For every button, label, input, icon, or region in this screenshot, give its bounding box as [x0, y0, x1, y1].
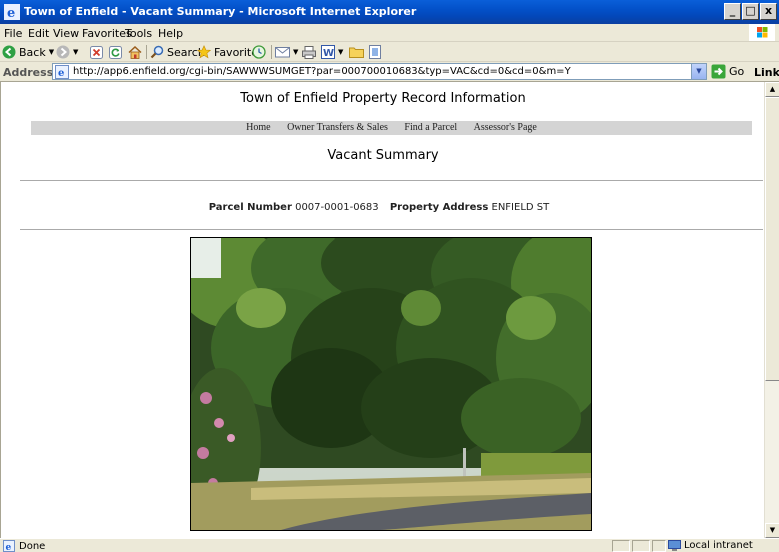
parcel-number-value: 0007-0001-0683	[295, 202, 379, 213]
address-bar: Address e http://app6.enfield.org/cgi-bi…	[0, 62, 779, 82]
nav-owner-transfers[interactable]: Owner Transfers & Sales	[287, 121, 388, 135]
scroll-up-icon[interactable]: ▲	[765, 82, 779, 97]
parcel-info: Parcel Number 0007-0001-0683 Property Ad…	[1, 202, 764, 213]
forward-dropdown-icon[interactable]: ▼	[73, 48, 78, 56]
scroll-thumb[interactable]	[765, 97, 779, 381]
messenger-button[interactable]	[369, 44, 381, 60]
parcel-number-label: Parcel Number	[208, 202, 292, 213]
status-text: Done	[19, 540, 46, 552]
search-icon	[150, 45, 164, 59]
address-label: Address	[3, 66, 54, 79]
property-address-label: Property Address	[389, 202, 489, 213]
browser-window: e Town of Enfield - Vacant Summary - Mic…	[0, 0, 779, 552]
mail-button[interactable]: ▼	[275, 44, 298, 60]
toolbar: Back ▼ ▼ Search Favorites ▼ W ▼	[0, 42, 779, 62]
document-icon	[369, 45, 381, 59]
menu-tools[interactable]: Tools	[125, 27, 152, 40]
menu-bar: File Edit View Favorites Tools Help	[0, 24, 779, 42]
ie-icon: e	[4, 4, 20, 20]
go-label: Go	[729, 65, 745, 78]
status-pane	[632, 540, 650, 552]
menu-view[interactable]: View	[53, 27, 79, 40]
menu-edit[interactable]: Edit	[28, 27, 49, 40]
svg-text:e: e	[58, 68, 64, 79]
page-heading: Vacant Summary	[327, 148, 439, 163]
site-title: Town of Enfield Property Record Informat…	[240, 91, 526, 106]
links-button[interactable]: Links	[754, 66, 779, 79]
word-icon: W	[321, 45, 335, 59]
property-address-value: ENFIELD ST	[491, 202, 550, 213]
back-arrow-icon	[2, 45, 16, 59]
menu-file[interactable]: File	[4, 27, 22, 40]
nav-find-parcel[interactable]: Find a Parcel	[404, 121, 457, 135]
back-label: Back	[19, 45, 46, 59]
close-button[interactable]: x	[760, 3, 777, 20]
forward-arrow-icon	[56, 45, 70, 59]
home-button[interactable]	[128, 44, 142, 60]
history-icon	[252, 45, 266, 59]
svg-text:e: e	[6, 543, 12, 552]
back-button[interactable]: Back ▼	[2, 44, 54, 60]
svg-text:e: e	[7, 6, 15, 20]
forward-button[interactable]: ▼	[56, 44, 78, 60]
nav-home[interactable]: Home	[246, 121, 270, 135]
address-dropdown-icon[interactable]: ▼	[691, 64, 706, 79]
go-button[interactable]: Go	[711, 64, 744, 79]
word-button[interactable]: W ▼	[321, 44, 343, 60]
minimize-button[interactable]: _	[724, 3, 741, 20]
address-url[interactable]: http://app6.enfield.org/cgi-bin/SAWWWSUM…	[73, 66, 571, 77]
refresh-button[interactable]	[109, 44, 122, 60]
site-nav: Home Owner Transfers & Sales Find a Parc…	[31, 121, 752, 135]
home-icon	[128, 45, 142, 59]
stop-button[interactable]	[90, 44, 103, 60]
mail-dropdown-icon[interactable]: ▼	[293, 48, 298, 56]
status-pane	[652, 540, 666, 552]
star-icon	[197, 45, 211, 59]
print-button[interactable]	[302, 44, 316, 60]
refresh-icon	[109, 45, 122, 59]
nav-assessors-page[interactable]: Assessor's Page	[474, 121, 537, 135]
page-content: Town of Enfield Property Record Informat…	[0, 82, 764, 538]
back-dropdown-icon[interactable]: ▼	[49, 48, 54, 56]
word-dropdown-icon[interactable]: ▼	[338, 48, 343, 56]
title-bar: e Town of Enfield - Vacant Summary - Mic…	[0, 0, 779, 24]
scroll-down-icon[interactable]: ▼	[765, 523, 779, 538]
history-button[interactable]	[252, 44, 266, 60]
address-input[interactable]: e http://app6.enfield.org/cgi-bin/SAWWWS…	[52, 63, 707, 80]
intranet-icon	[668, 540, 681, 551]
svg-text:W: W	[323, 48, 334, 59]
status-pane	[612, 540, 630, 552]
zone-label: Local intranet	[684, 540, 753, 551]
divider	[20, 229, 763, 231]
menu-help[interactable]: Help	[158, 27, 183, 40]
divider	[20, 180, 763, 182]
property-photo	[190, 237, 592, 531]
print-icon	[302, 45, 316, 59]
folder-icon	[349, 47, 364, 58]
page-done-icon: e	[3, 540, 15, 552]
vertical-scrollbar[interactable]: ▲ ▼	[764, 82, 779, 538]
windows-logo-icon	[749, 24, 775, 41]
status-bar: e Done Local intranet	[0, 538, 779, 552]
stop-icon	[90, 45, 103, 59]
mail-icon	[275, 47, 290, 58]
go-arrow-icon	[711, 64, 726, 79]
page-icon: e	[55, 65, 69, 79]
security-zone: Local intranet	[668, 540, 753, 551]
maximize-button[interactable]: □	[742, 3, 759, 20]
window-title: Town of Enfield - Vacant Summary - Micro…	[24, 5, 417, 18]
folder-button[interactable]	[349, 44, 364, 60]
